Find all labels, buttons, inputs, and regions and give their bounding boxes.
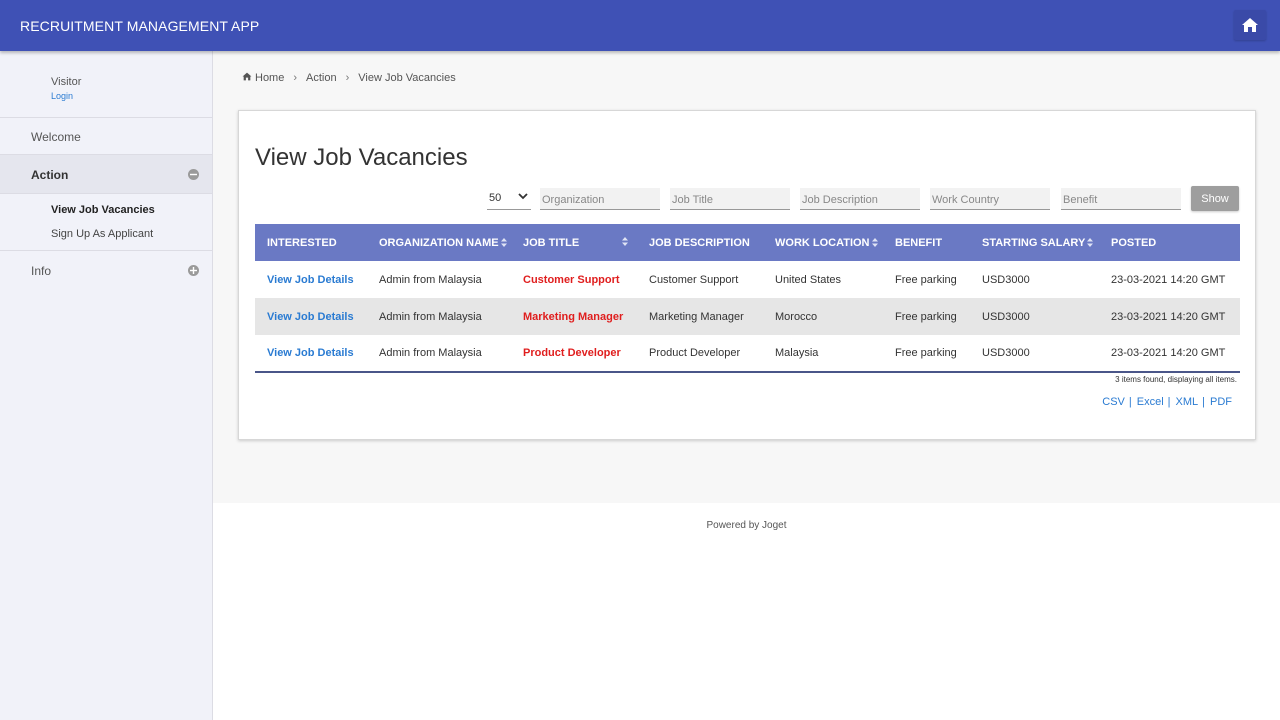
table-row: View Job Details Admin from Malaysia Mar… [255,298,1240,335]
minus-circle-icon[interactable] [188,169,199,180]
footer: Powered by Joget [213,503,1280,720]
breadcrumb-current: View Job Vacancies [358,72,456,84]
sort-icon [500,238,507,248]
benefit-filter-input[interactable] [1061,188,1181,210]
organization-cell: Admin from Malaysia [367,335,511,373]
column-header-benefit: BENEFIT [883,224,970,261]
job-description-cell: Product Developer [637,335,763,373]
job-description-cell: Customer Support [649,273,739,286]
main-content: Home › Action › View Job Vacancies View … [213,51,1280,503]
column-header-job-description: JOB DESCRIPTION [637,224,763,261]
top-bar: RECRUITMENT MANAGEMENT APP [0,0,1280,51]
vacancies-card: View Job Vacancies 50 Show INTERESTED OR… [238,110,1256,440]
benefit-cell: Free parking [895,273,957,286]
sidebar-item-info[interactable]: Info [0,251,212,288]
salary-cell: USD3000 [970,335,1099,373]
view-job-details-link[interactable]: View Job Details [267,274,354,286]
sidebar-item-welcome[interactable]: Welcome [0,118,212,155]
posted-cell: 23-03-2021 14:20 GMT [1099,298,1240,335]
chevron-right-icon: › [345,72,350,84]
sidebar-item-action[interactable]: Action [0,155,212,194]
powered-by-text: Powered by Joget [706,520,787,531]
job-description-filter-input[interactable] [800,188,920,210]
salary-cell: USD3000 [970,298,1099,335]
organization-cell: Admin from Malaysia [379,273,482,286]
export-xml-link[interactable]: XML [1176,396,1199,408]
home-button[interactable] [1234,10,1266,40]
home-icon [1242,18,1258,32]
work-location-cell: Malaysia [763,335,883,373]
column-header-organization[interactable]: ORGANIZATION NAME [367,224,511,261]
breadcrumb-action[interactable]: Action [306,72,337,84]
vacancies-table: INTERESTED ORGANIZATION NAME JOB TITLE J… [255,224,1240,373]
column-header-interested: INTERESTED [255,224,367,261]
sidebar-item-view-job-vacancies[interactable]: View Job Vacancies [0,199,212,223]
sort-icon [1087,238,1094,248]
sidebar-item-label: Action [31,168,69,182]
sidebar-item-label: Info [31,264,52,278]
sidebar-item-label: Welcome [31,130,81,144]
benefit-cell: Free parking [883,335,970,373]
job-title-cell: Product Developer [523,347,621,359]
column-header-starting-salary[interactable]: STARTING SALARY [970,224,1099,261]
home-icon [242,72,252,84]
sidebar: Visitor Login Welcome Action View Job Va… [0,51,213,720]
work-country-filter-input[interactable] [930,188,1050,210]
job-description-cell: Marketing Manager [637,298,763,335]
posted-cell: 23-03-2021 14:20 GMT [1099,335,1240,373]
page-size-select[interactable]: 50 [487,188,531,210]
organization-filter-input[interactable] [540,188,660,210]
table-row: View Job Details Admin from Malaysia Cus… [255,261,1240,298]
view-job-details-link[interactable]: View Job Details [267,347,354,359]
page-title: View Job Vacancies [255,144,468,171]
export-csv-link[interactable]: CSV [1102,396,1125,408]
export-links: CSV | Excel | XML | PDF [1102,396,1232,408]
sort-icon [622,237,628,246]
export-pdf-link[interactable]: PDF [1210,396,1232,408]
login-link[interactable]: Login [51,91,212,101]
job-title-cell: Marketing Manager [523,310,624,323]
benefit-cell: Free parking [883,298,970,335]
sort-icon [871,238,878,248]
work-location-cell: United States [775,273,842,286]
job-title-filter-input[interactable] [670,188,790,210]
page-size-value: 50 [489,192,502,204]
export-excel-link[interactable]: Excel [1137,396,1164,408]
posted-cell: 23-03-2021 14:20 GMT [1111,273,1226,286]
items-summary: 3 items found, displaying all items. [1115,375,1237,384]
work-location-cell: Morocco [763,298,883,335]
sidebar-sub-list: View Job Vacancies Sign Up As Applicant [0,194,212,251]
plus-circle-icon[interactable] [188,265,199,276]
chevron-right-icon: › [293,72,298,84]
view-job-details-link[interactable]: View Job Details [267,311,354,323]
user-name: Visitor [51,76,82,88]
show-button[interactable]: Show [1191,186,1239,211]
job-title-cell: Customer Support [523,273,620,286]
column-header-work-location[interactable]: WORK LOCATION [763,224,883,261]
table-row: View Job Details Admin from Malaysia Pro… [255,335,1240,373]
table-header-row: INTERESTED ORGANIZATION NAME JOB TITLE J… [255,224,1240,261]
salary-cell: USD3000 [982,273,1030,286]
organization-cell: Admin from Malaysia [367,298,511,335]
column-header-posted: POSTED [1099,224,1240,261]
app-title: RECRUITMENT MANAGEMENT APP [20,18,260,34]
chevron-down-icon [518,193,528,200]
user-block: Visitor Login [0,51,212,118]
sidebar-item-sign-up-as-applicant[interactable]: Sign Up As Applicant [0,223,212,247]
breadcrumb-home[interactable]: Home [255,72,284,84]
column-header-job-title[interactable]: JOB TITLE [511,224,637,261]
breadcrumb: Home › Action › View Job Vacancies [242,72,456,84]
